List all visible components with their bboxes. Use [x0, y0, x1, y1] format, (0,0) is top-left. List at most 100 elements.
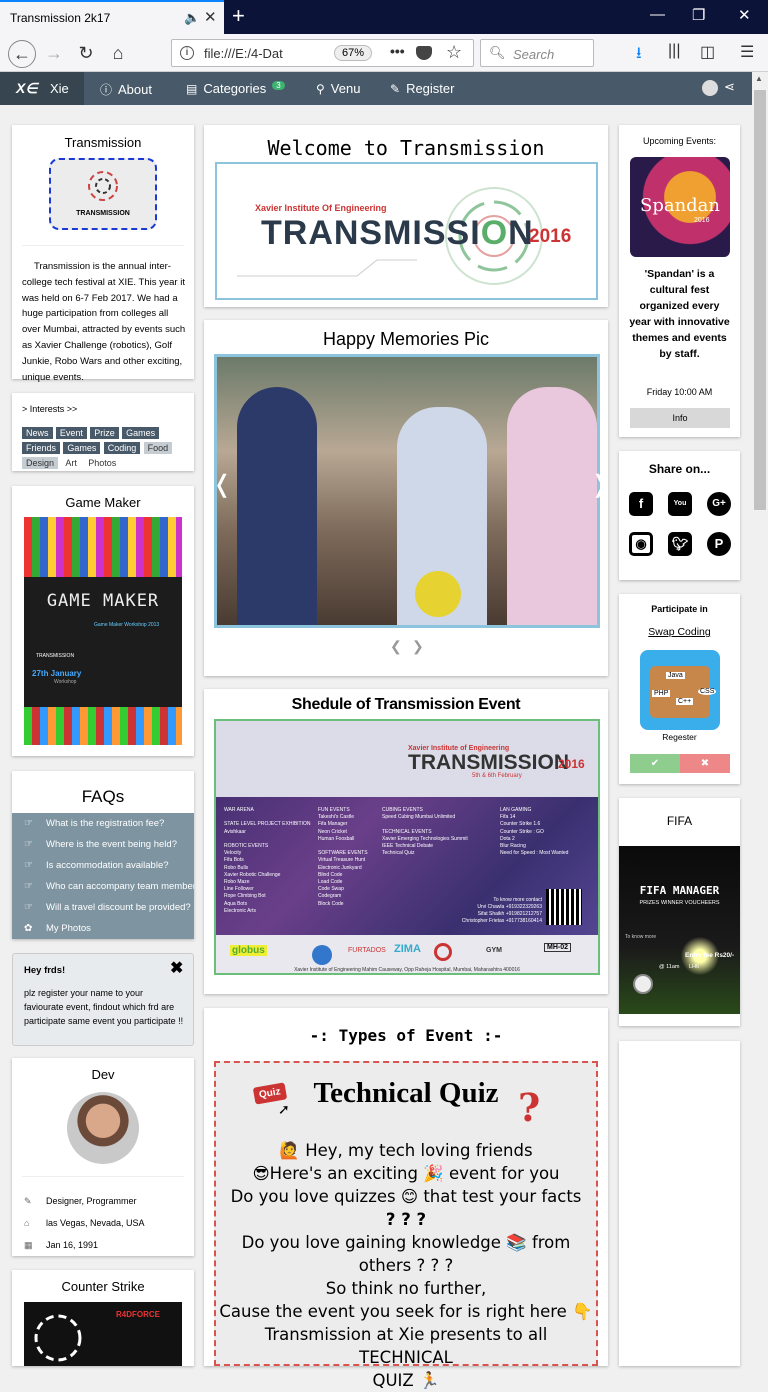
alert-close-icon[interactable]: ✖	[170, 958, 183, 978]
bookmark-star-icon[interactable]: ☆	[446, 42, 462, 63]
interests-card: > Interests >> News Event Prize Games Fr…	[12, 393, 194, 471]
tag-games-2[interactable]: Games	[63, 442, 101, 454]
close-tab-icon[interactable]: ✕	[204, 8, 217, 26]
banner-title-text: TRANSMISSI	[261, 214, 481, 252]
share-card: Share on... f You G+ ◉ 🐦︎ P	[619, 451, 740, 580]
forward-icon[interactable]: →	[40, 40, 68, 68]
tag-design[interactable]: Design	[22, 457, 59, 469]
brand[interactable]: X∈ Xie	[0, 72, 84, 105]
football-icon	[633, 974, 653, 994]
reject-button[interactable]: ✖	[680, 754, 730, 773]
scrollbar-thumb[interactable]	[754, 90, 766, 510]
browser-tab[interactable]: Transmission 2k17 🔈 ✕	[0, 0, 224, 34]
carousel-next-icon[interactable]: ❭	[590, 470, 610, 499]
question-mark-icon: ?	[518, 1085, 541, 1130]
tag-event[interactable]: Event	[55, 427, 87, 439]
carousel-left-icon[interactable]: ❮	[390, 638, 402, 655]
site-info-icon[interactable]: i	[180, 46, 194, 60]
schedule-title: Shedule of Transmission Event	[291, 696, 521, 713]
quiz-line: So think no further,	[325, 1279, 487, 1298]
nav-about[interactable]: ⓘ About	[100, 81, 152, 98]
info-icon: ⓘ	[100, 83, 113, 97]
faq-item-location[interactable]: ☞ Where is the event being held?	[12, 834, 194, 855]
faq-item-travel-discount[interactable]: ☞ Will a travel discount be provided?	[12, 897, 194, 918]
home-icon: ⌂	[24, 1218, 30, 1228]
nav-categories-label: Categories	[203, 81, 267, 96]
speaker-icon[interactable]: 🔈	[184, 10, 200, 26]
upcoming-events-card: Upcoming Events: Spandan 2016 'Spandan' …	[619, 125, 740, 437]
list-icon: ▤	[186, 82, 198, 96]
empty-card	[619, 1041, 740, 1366]
info-button[interactable]: Info	[630, 408, 730, 428]
instagram-icon[interactable]: ◉	[629, 532, 653, 556]
tag-coding[interactable]: Coding	[103, 442, 141, 454]
sidebar-icon[interactable]: ◫	[700, 42, 715, 62]
tag-food[interactable]: Food	[143, 442, 173, 454]
interests-title: > Interests >>	[22, 404, 78, 414]
download-icon[interactable]: ⭳	[636, 42, 642, 69]
sponsor-logo	[434, 943, 452, 961]
faq-item-accommodation[interactable]: ☞ Is accommodation available?	[12, 855, 194, 876]
dev-avatar	[67, 1092, 139, 1164]
sponsor-logo	[312, 945, 332, 965]
back-icon[interactable]: ←	[8, 40, 36, 68]
search-input[interactable]: 🔍︎ Search	[480, 39, 594, 67]
dev-title: Dev	[91, 1067, 115, 1082]
restore-icon[interactable]: ❐	[692, 6, 705, 24]
address-bar[interactable]: i file:///E:/4-Dat 67% ••• ☆	[171, 39, 474, 67]
accept-button[interactable]: ✔	[630, 754, 680, 773]
faq-item-registration[interactable]: ☞ What is the registration fee?	[12, 813, 194, 834]
share-icon[interactable]: ⋖	[724, 79, 735, 95]
nav-venu-label: Venu	[330, 81, 361, 96]
share-title: Share on...	[648, 462, 711, 476]
nav-venu[interactable]: ⚲ Venu	[316, 81, 360, 96]
photo-person	[237, 387, 317, 625]
banner-year: 2016	[529, 226, 572, 247]
page-actions-icon[interactable]: •••	[390, 43, 405, 59]
site-navbar: X∈ Xie ⓘ About ▤ Categories 3 ⚲ Venu ✎ Regist…	[0, 72, 768, 105]
hand-pointer-icon: ☞	[24, 860, 33, 871]
fifa-poster-fee: Entry fee Rs20/-	[685, 952, 735, 959]
home-icon[interactable]: ⌂	[104, 40, 132, 68]
participate-card: Participate in Swap Coding Java PHP C++ …	[619, 594, 740, 784]
zoom-indicator[interactable]: 67%	[334, 45, 373, 61]
faq-item-team-member[interactable]: ☞ Who can accompany team member	[12, 876, 194, 897]
game-maker-poster-title: GAME MAKER	[46, 591, 160, 611]
tab-title: Transmission 2k17	[10, 11, 111, 25]
tag-photos[interactable]: Photos	[84, 457, 121, 469]
game-maker-poster-date: 27th January	[32, 669, 82, 678]
tag-prize[interactable]: Prize	[90, 427, 119, 439]
minimize-icon[interactable]: —	[650, 6, 665, 23]
pinterest-icon[interactable]: P	[707, 532, 731, 556]
faq-label: Is accommodation available?	[46, 860, 169, 871]
tag-games[interactable]: Games	[122, 427, 160, 439]
twitter-icon[interactable]: 🐦︎	[668, 532, 692, 556]
youtube-icon[interactable]: You	[668, 492, 692, 516]
game-maker-card: Game Maker GAME MAKER Game Maker Worksho…	[12, 486, 194, 756]
carousel-prev-icon[interactable]: ❬	[212, 470, 232, 499]
nav-about-label: About	[118, 82, 152, 97]
welcome-card: Welcome to Transmission Xavier Institute…	[204, 125, 608, 307]
user-avatar[interactable]	[702, 80, 718, 96]
reload-icon[interactable]: ↻	[72, 40, 100, 68]
scroll-up-icon[interactable]: ▲	[755, 74, 763, 83]
nav-register[interactable]: ✎ Register	[390, 81, 454, 96]
facebook-icon[interactable]: f	[629, 492, 653, 516]
welcome-title: Welcome to Transmission	[267, 136, 545, 160]
carousel-right-icon[interactable]: ❯	[412, 638, 424, 655]
transmission-title: Transmission	[64, 135, 142, 150]
swap-coding-link[interactable]: Swap Coding	[619, 626, 740, 638]
tag-art[interactable]: Art	[61, 457, 81, 469]
library-icon[interactable]: |||	[668, 42, 680, 60]
tag-friends[interactable]: Friends	[22, 442, 61, 454]
menu-icon[interactable]: ☰	[740, 42, 754, 62]
tag-news[interactable]: News	[22, 427, 53, 439]
window-close-icon[interactable]: ✕	[738, 6, 751, 24]
faq-item-my-photos[interactable]: ✿ My Photos	[12, 918, 194, 939]
url-text[interactable]: file:///E:/4-Dat	[204, 46, 283, 61]
faq-label: Who can accompany team member	[46, 881, 194, 892]
google-plus-icon[interactable]: G+	[707, 492, 731, 516]
pocket-icon[interactable]	[416, 46, 432, 60]
nav-categories[interactable]: ▤ Categories 3	[186, 81, 285, 96]
new-tab-icon[interactable]: +	[232, 3, 245, 29]
